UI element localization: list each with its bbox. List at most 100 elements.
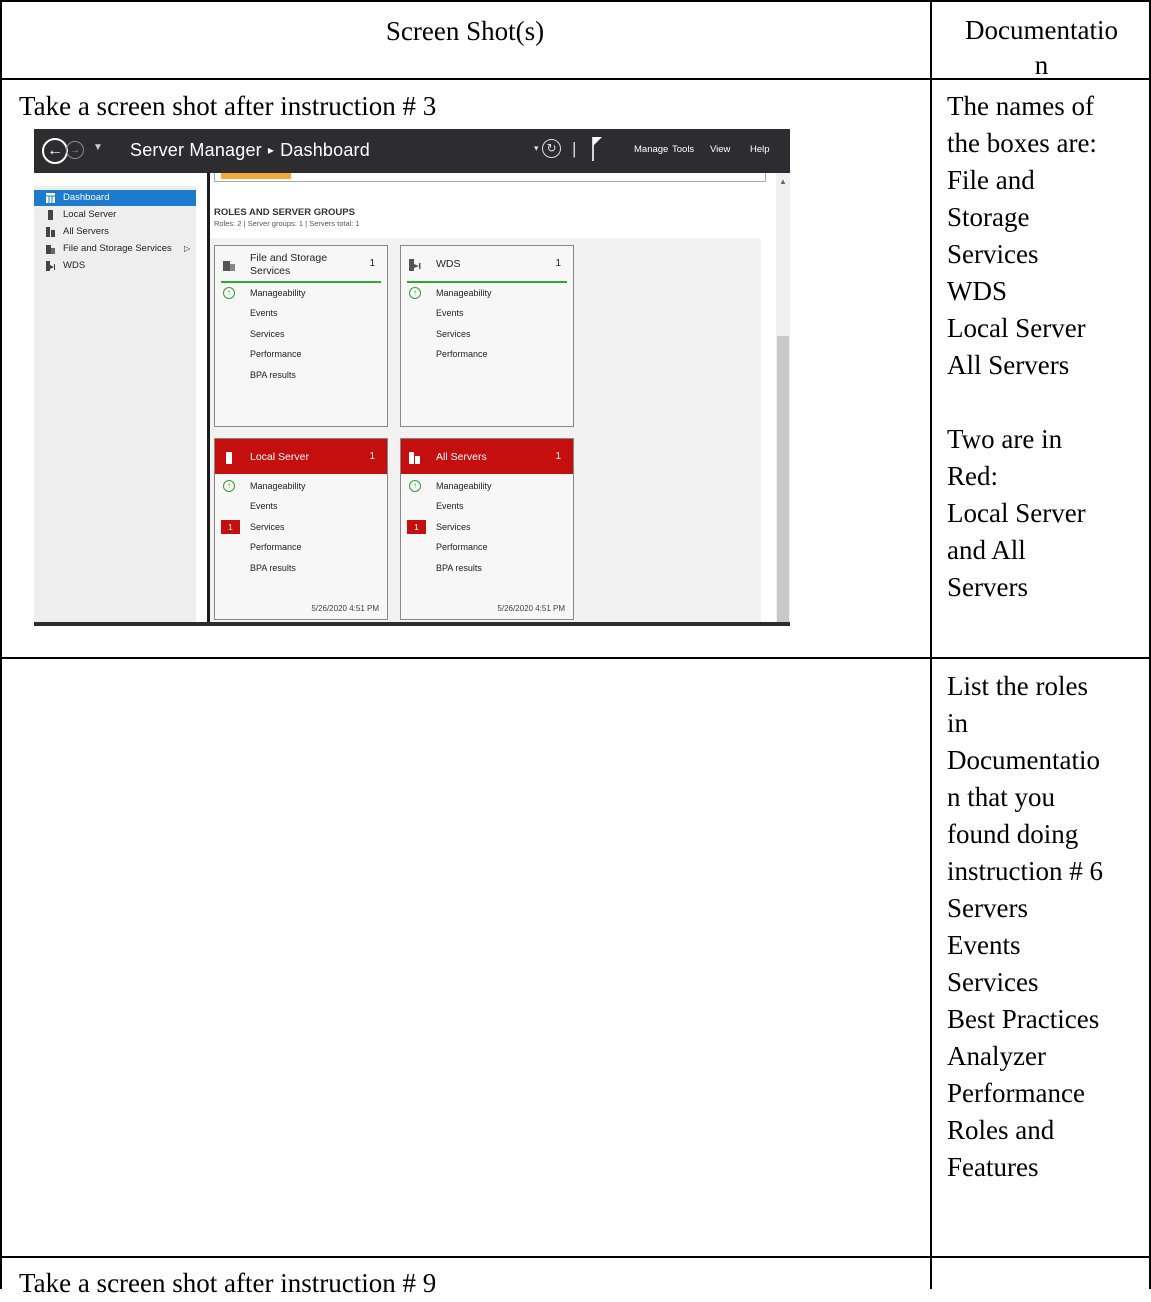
doc-line: Servers [947, 572, 1028, 602]
tile-header[interactable]: File and Storage Services 1 [215, 246, 387, 281]
vertical-scrollbar[interactable]: ▲ [776, 173, 790, 626]
tile-name: Local Server [250, 451, 309, 463]
sidebar-item-local-server[interactable]: Local Server [34, 207, 196, 223]
row-label: Events [436, 308, 464, 318]
tile-name-line: Services [250, 265, 291, 277]
status-ok-underline [407, 281, 567, 283]
tile-wds[interactable]: WDS 1 ↑ Manageability Events Services Pe… [400, 245, 574, 427]
alert-count-badge: 1 [221, 520, 240, 534]
title-bar: ← → ▼ Server Manager ▸ Dashboard ▾ ↻ | Man… [34, 129, 790, 173]
row1-instruction: Take a screen shot after instruction # 3 [19, 91, 437, 121]
tile-file-storage[interactable]: File and Storage Services 1 ↑ Manageabil… [214, 245, 388, 427]
tile-timestamp: 5/26/2020 4:51 PM [311, 604, 379, 613]
table-row-divider [0, 657, 1151, 659]
doc-line: Best Practices [947, 1004, 1100, 1034]
menu-help[interactable]: Help [750, 144, 770, 155]
sidebar-item-label: WDS [63, 260, 86, 271]
tile-row-manageability[interactable]: ↑ Manageability [215, 478, 387, 494]
status-ok-icon: ↑ [223, 480, 235, 492]
scroll-up-icon[interactable]: ▲ [779, 177, 787, 186]
tile-row-services[interactable]: 1 Services [215, 519, 387, 535]
forward-arrow-icon[interactable]: → [66, 141, 84, 159]
tile-row-bpa[interactable]: BPA results [401, 560, 573, 576]
tile-local-server[interactable]: Local Server 1 ↑ Manageability Events 1 … [214, 438, 388, 620]
tile-row-performance[interactable]: Performance [401, 346, 573, 362]
status-ok-icon: ↑ [223, 287, 235, 299]
row2-documentation: List the roles in Documentatio n that yo… [947, 668, 1147, 1186]
doc-line: and All [947, 535, 1026, 565]
doc-line: File and [947, 165, 1035, 195]
tile-row-services[interactable]: 1 Services [401, 519, 573, 535]
sidebar-item-label: File and Storage Services [63, 243, 172, 254]
storage-icon [46, 245, 55, 254]
tile-row-events[interactable]: Events [401, 498, 573, 514]
tile-row-manageability[interactable]: ↑ Manageability [215, 285, 387, 301]
breadcrumb-separator: ▸ [267, 143, 275, 157]
doc-line: Documentatio [947, 745, 1100, 775]
tile-row-performance[interactable]: Performance [215, 346, 387, 362]
status-ok-icon: ↑ [409, 287, 421, 299]
sidebar-item-file-storage[interactable]: File and Storage Services ▷ [34, 241, 196, 257]
table-column-divider [930, 0, 932, 1289]
tile-row-services[interactable]: Services [401, 326, 573, 342]
server-icon [226, 452, 232, 464]
tile-count: 1 [555, 451, 561, 462]
server-icon [48, 210, 53, 220]
row-label: Services [250, 522, 285, 532]
history-dropdown-icon[interactable]: ▼ [93, 142, 103, 153]
tile-row-bpa[interactable]: BPA results [215, 560, 387, 576]
refresh-icon[interactable]: ↻ [542, 139, 561, 158]
tile-name-line: File and Storage [250, 252, 328, 264]
header-screenshots: Screen Shot(s) [385, 16, 545, 46]
doc-line: Storage [947, 202, 1030, 232]
row-label: Services [250, 329, 285, 339]
section-title: ROLES AND SERVER GROUPS [214, 207, 355, 218]
tile-all-servers[interactable]: All Servers 1 ↑ Manageability Events 1 S… [400, 438, 574, 620]
wds-icon [409, 259, 421, 271]
row-label: Performance [436, 349, 488, 359]
doc-line: Servers [947, 893, 1028, 923]
row1-documentation: The names of the boxes are: File and Sto… [947, 88, 1147, 606]
status-ok-underline [221, 281, 381, 283]
row-label: Events [250, 501, 278, 511]
expand-arrow-icon[interactable]: ▷ [184, 241, 190, 257]
breadcrumb-dashboard: Dashboard [280, 140, 370, 160]
menu-tools[interactable]: Tools [672, 144, 694, 155]
tile-row-events[interactable]: Events [401, 305, 573, 321]
tile-row-manageability[interactable]: ↑ Manageability [401, 285, 573, 301]
scrollbar-thumb[interactable] [777, 336, 789, 626]
dashboard-icon [46, 193, 55, 203]
row-label: Events [436, 501, 464, 511]
sidebar-item-label: Local Server [63, 209, 117, 220]
tile-header[interactable]: All Servers 1 [401, 439, 573, 474]
menu-manage[interactable]: Manage [634, 144, 668, 155]
dashboard-main: ROLES AND SERVER GROUPS Roles: 2 | Serve… [210, 173, 790, 626]
sidebar-item-dashboard[interactable]: Dashboard [34, 190, 196, 206]
refresh-dropdown-icon[interactable]: ▾ [534, 143, 539, 154]
tile-row-performance[interactable]: Performance [215, 539, 387, 555]
table-border-left [0, 0, 2, 1289]
tile-row-services[interactable]: Services [215, 326, 387, 342]
tile-count: 1 [555, 258, 561, 269]
servers-icon [46, 227, 55, 237]
tile-row-events[interactable]: Events [215, 305, 387, 321]
table-border-top [0, 0, 1151, 2]
tile-header[interactable]: WDS 1 [401, 246, 573, 281]
tile-row-events[interactable]: Events [215, 498, 387, 514]
tile-row-bpa[interactable]: BPA results [215, 367, 387, 383]
header-documentation: Documentatio n [965, 15, 1118, 80]
row-label: Performance [250, 542, 302, 552]
back-arrow-icon[interactable]: ← [42, 138, 68, 164]
notifications-flag-icon[interactable] [592, 137, 602, 161]
tile-row-performance[interactable]: Performance [401, 539, 573, 555]
row-label: Performance [436, 542, 488, 552]
tile-header[interactable]: Local Server 1 [215, 439, 387, 474]
doc-line: Roles and [947, 1115, 1055, 1145]
sidebar-item-all-servers[interactable]: All Servers [34, 224, 196, 240]
learn-more-banner[interactable] [221, 173, 291, 179]
sidebar-item-wds[interactable]: WDS [34, 258, 196, 274]
menu-view[interactable]: View [710, 144, 730, 155]
tile-row-manageability[interactable]: ↑ Manageability [401, 478, 573, 494]
doc-line: All Servers [947, 350, 1070, 380]
section-summary: Roles: 2 | Server groups: 1 | Servers to… [214, 219, 360, 228]
